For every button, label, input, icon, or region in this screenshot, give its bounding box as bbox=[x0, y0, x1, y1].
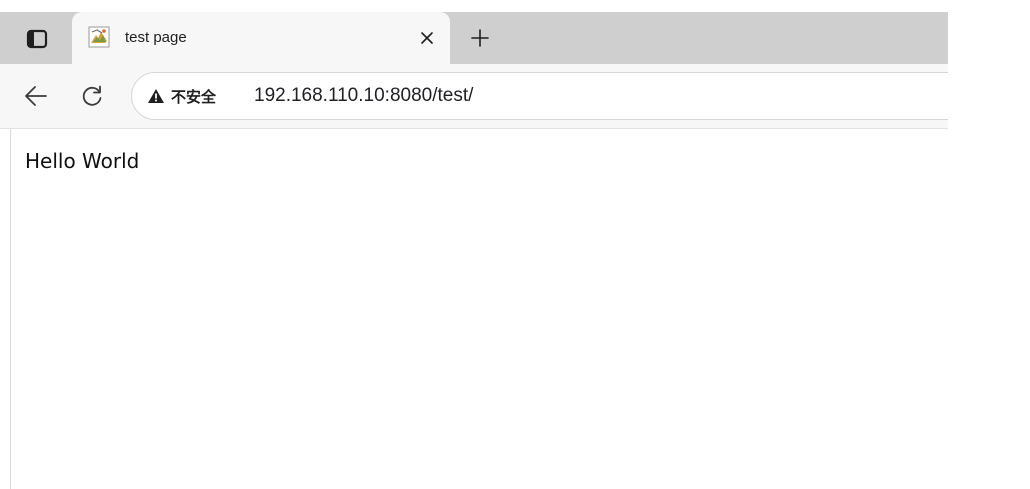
security-indicator[interactable]: 不安全 bbox=[147, 85, 216, 107]
warning-triangle-icon bbox=[148, 89, 164, 103]
arrow-left-icon bbox=[25, 86, 47, 106]
tab-close-button[interactable] bbox=[416, 27, 438, 49]
plus-icon bbox=[471, 29, 489, 47]
toolbar: 不安全 192.168.110.10:8080/test/ bbox=[0, 64, 948, 128]
page-content: Hello World bbox=[10, 129, 948, 489]
tab-actions-button[interactable] bbox=[17, 24, 57, 54]
tab-active[interactable]: test page bbox=[72, 12, 450, 66]
page-body-text: Hello World bbox=[25, 149, 140, 173]
tab-strip: test page bbox=[0, 0, 948, 66]
browser-window: test page 不安全 192.168.110.10:8080/test/ … bbox=[0, 0, 948, 489]
tomcat-cat-icon bbox=[88, 26, 110, 48]
back-button[interactable] bbox=[18, 80, 54, 112]
close-icon bbox=[421, 32, 433, 44]
tab-title: test page bbox=[125, 29, 187, 46]
security-label: 不安全 bbox=[171, 88, 217, 106]
url-text[interactable]: 192.168.110.10:8080/test/ bbox=[254, 85, 473, 107]
new-tab-button[interactable] bbox=[464, 22, 496, 54]
reload-icon bbox=[82, 85, 102, 106]
reload-button[interactable] bbox=[74, 80, 110, 112]
tab-actions-icon bbox=[26, 29, 48, 49]
address-bar[interactable]: 不安全 192.168.110.10:8080/test/ bbox=[131, 72, 948, 120]
